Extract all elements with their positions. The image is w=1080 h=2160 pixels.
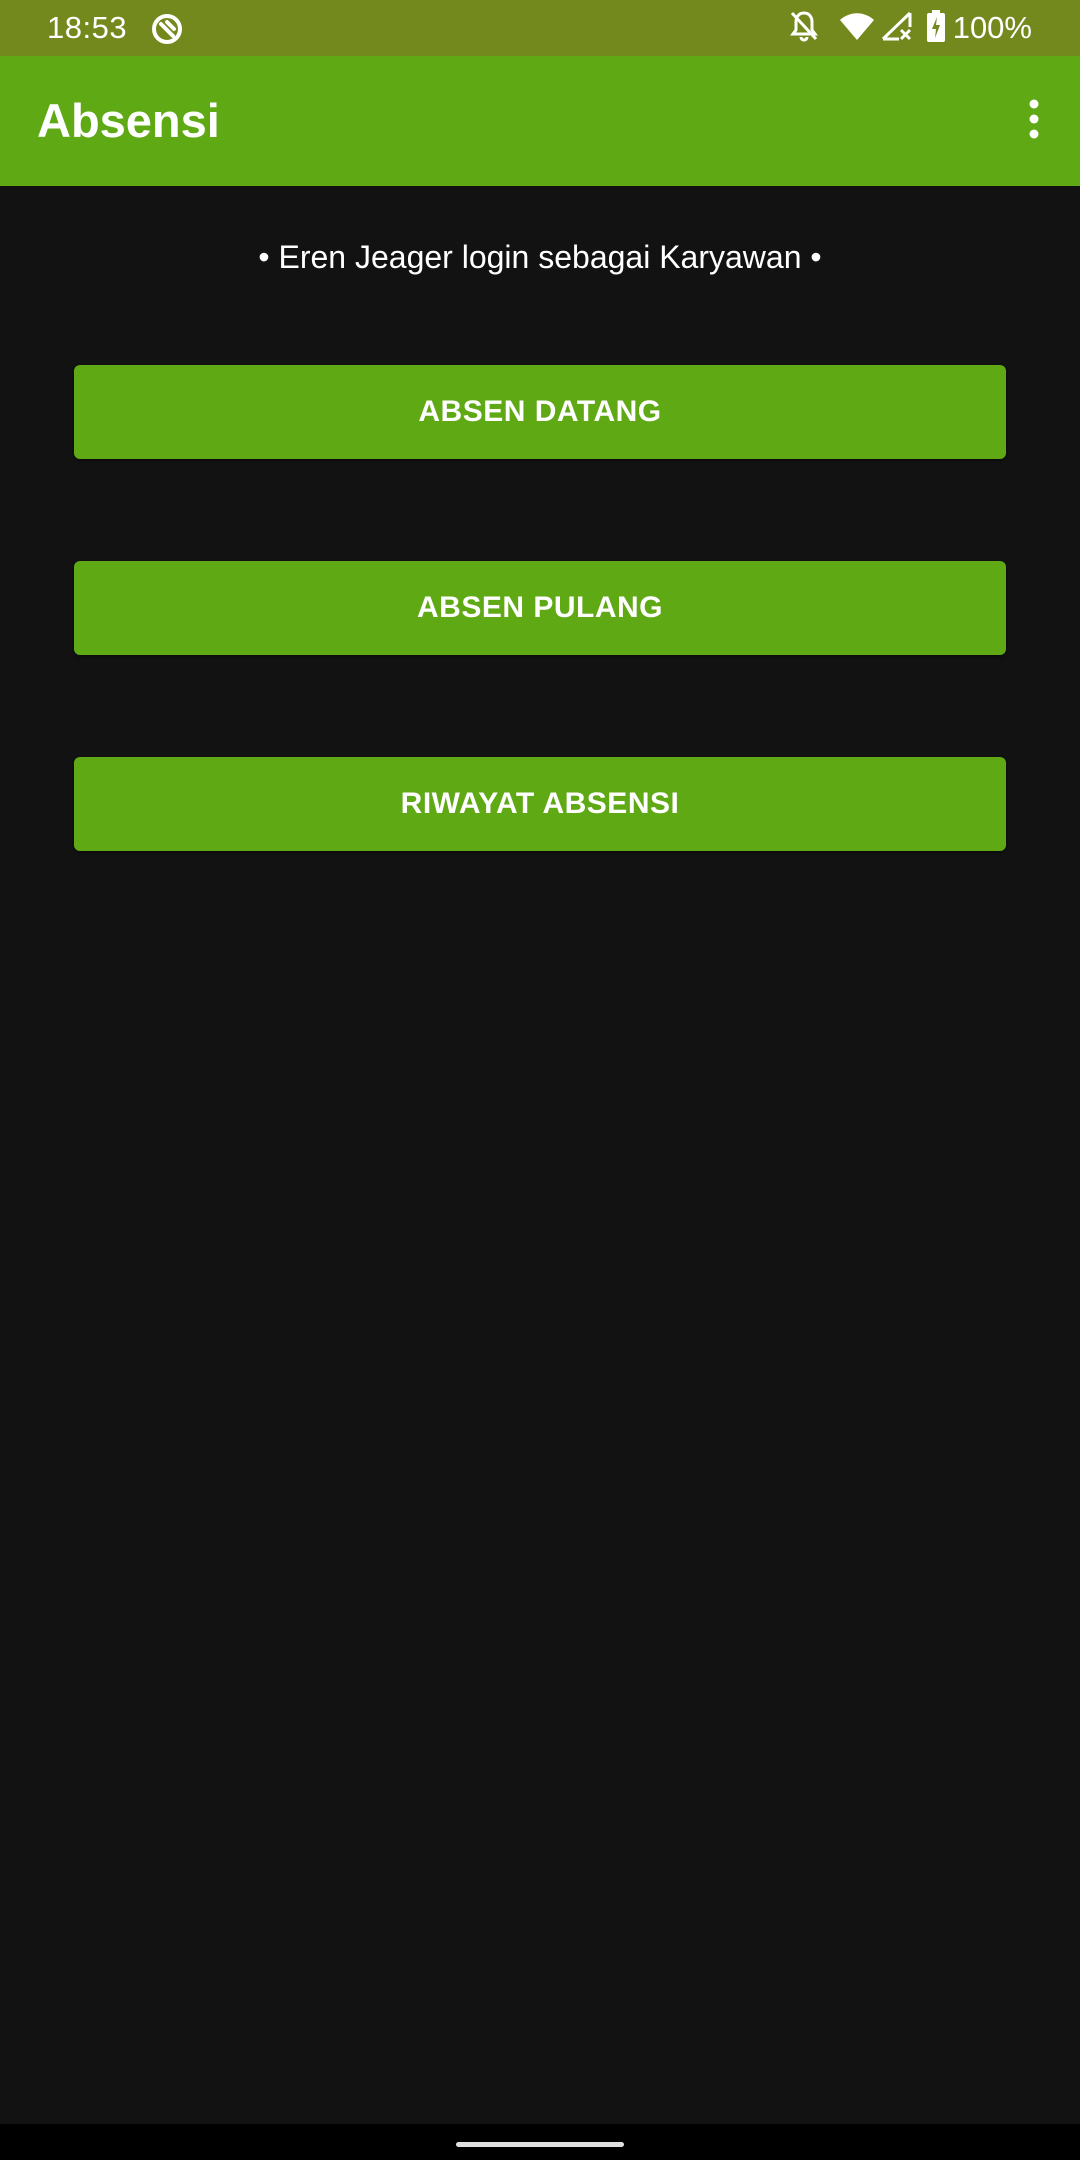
status-time: 18:53 <box>47 10 128 45</box>
sync-app-icon <box>150 12 184 46</box>
wifi-icon <box>839 11 875 46</box>
riwayat-absensi-button[interactable]: RIWAYAT ABSENSI <box>74 757 1006 851</box>
login-status-text: • Eren Jeager login sebagai Karyawan • <box>258 239 822 275</box>
app-bar: Absensi <box>0 56 1080 186</box>
status-icons: 100% <box>775 8 1032 48</box>
absen-datang-button[interactable]: ABSEN DATANG <box>74 365 1006 459</box>
more-vert-icon <box>1028 99 1040 144</box>
notifications-off-icon <box>789 10 819 47</box>
battery-percentage: 100% <box>952 10 1032 45</box>
battery-charging-icon <box>926 9 945 47</box>
navigation-bar <box>0 2124 1080 2160</box>
screen: 18:53 100% Absensi • Eren Jeager login s… <box>0 0 1080 2160</box>
more-options-button[interactable] <box>1002 89 1066 153</box>
home-gesture-handle[interactable] <box>456 2142 624 2147</box>
signal-no-data-icon <box>881 11 913 46</box>
status-bar: 18:53 100% <box>0 0 1080 56</box>
page-title: Absensi <box>37 94 220 147</box>
absen-pulang-button[interactable]: ABSEN PULANG <box>74 561 1006 655</box>
